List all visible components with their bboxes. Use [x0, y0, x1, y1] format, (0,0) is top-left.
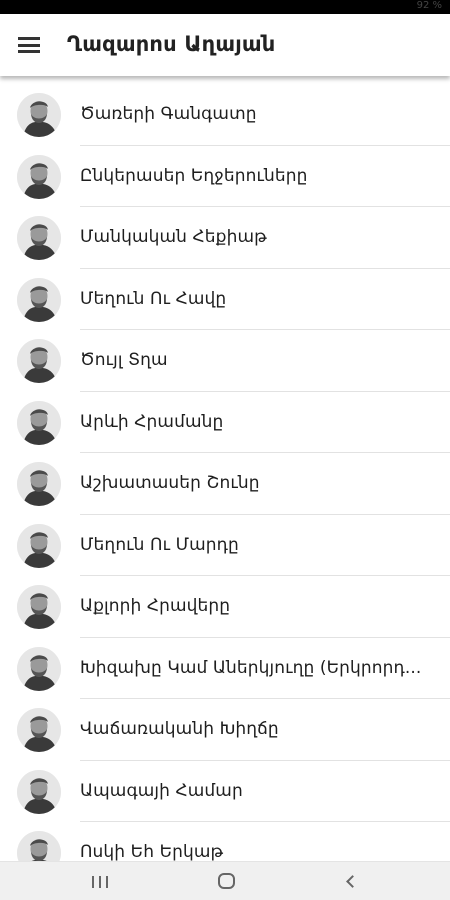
author-avatar: [17, 831, 61, 861]
list-item-title: Աքլորի Հրավերը: [80, 596, 231, 616]
back-icon[interactable]: [322, 862, 382, 900]
author-avatar: [17, 216, 61, 260]
author-avatar: [17, 93, 61, 137]
app-bar: Ղազարոս Աղայան: [0, 14, 450, 76]
hamburger-menu-icon[interactable]: [14, 32, 44, 58]
author-avatar: [17, 646, 61, 691]
list-item-title: Մանկական Հեքիաթ: [80, 227, 267, 247]
list-item[interactable]: Ծառերի Գանգատը: [0, 84, 450, 146]
list-item-title: Խիզախը Կամ Աներկյուղը (Երկրորդ...: [80, 657, 422, 678]
list-item-title: Ծույլ Տղա: [80, 350, 168, 370]
list-item[interactable]: Ապագայի Համար: [0, 761, 450, 822]
list-item-title: Արևի Հրամանը: [80, 411, 224, 432]
list-item-title: Ոսկի Եհ Երկաթ: [80, 842, 224, 861]
author-avatar: [17, 585, 61, 629]
author-avatar: [17, 523, 61, 568]
author-avatar: [17, 708, 61, 752]
status-bar: 92 %: [0, 0, 450, 14]
list-item[interactable]: Մեղուն Ու Հավը: [0, 269, 450, 330]
battery-level: 92 %: [416, 0, 442, 11]
list-item-title: Աշխատասեր Շունը: [80, 473, 260, 493]
author-avatar: [17, 769, 61, 814]
list-item-title: Վաճառականի Խիղճը: [80, 719, 279, 739]
home-icon[interactable]: [196, 862, 256, 900]
story-list[interactable]: Ծառերի Գանգատը Ընկերասեր Եղջերուները Մանկա…: [0, 84, 450, 861]
list-item[interactable]: Արևի Հրամանը: [0, 392, 450, 453]
list-item-title: Մեղուն Ու Հավը: [80, 288, 227, 309]
list-item-title: Ընկերասեր Եղջերուները: [80, 165, 308, 186]
author-avatar: [17, 462, 61, 506]
author-avatar: [17, 339, 61, 383]
author-avatar: [17, 277, 61, 322]
recents-icon[interactable]: [70, 862, 130, 900]
list-item[interactable]: Վաճառականի Խիղճը: [0, 699, 450, 761]
author-avatar: [17, 400, 61, 445]
list-item[interactable]: Ընկերասեր Եղջերուները: [0, 146, 450, 207]
list-item[interactable]: Մեղուն Ու Մարդը: [0, 515, 450, 576]
list-item-title: Ծառերի Գանգատը: [80, 104, 257, 124]
list-item-title: Մեղուն Ու Մարդը: [80, 534, 239, 555]
list-item[interactable]: Աշխատասեր Շունը: [0, 453, 450, 515]
list-item[interactable]: Ոսկի Եհ Երկաթ: [0, 822, 450, 861]
list-item[interactable]: Ծույլ Տղա: [0, 330, 450, 392]
list-item-title: Ապագայի Համար: [80, 780, 243, 801]
app-title: Ղազարոս Աղայան: [67, 32, 276, 56]
list-item[interactable]: Մանկական Հեքիաթ: [0, 207, 450, 269]
system-nav-bar: [0, 861, 450, 900]
author-avatar: [17, 154, 61, 199]
list-item[interactable]: Խիզախը Կամ Աներկյուղը (Երկրորդ...: [0, 638, 450, 699]
list-item[interactable]: Աքլորի Հրավերը: [0, 576, 450, 638]
